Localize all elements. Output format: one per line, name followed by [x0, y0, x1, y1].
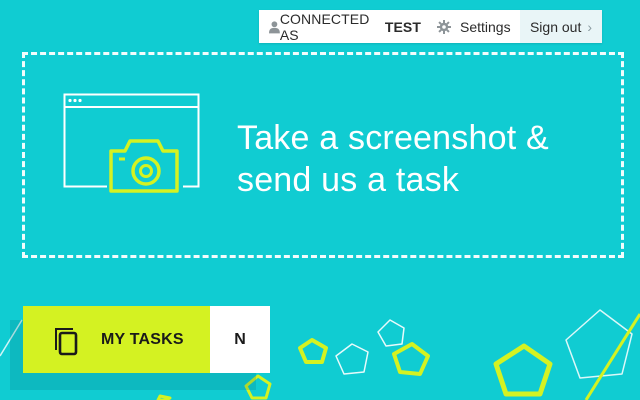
my-tasks-count: N: [210, 306, 270, 373]
my-tasks-button[interactable]: MY TASKS N: [23, 306, 270, 373]
copy-icon: [55, 327, 78, 355]
sign-out-label: Sign out: [529, 18, 582, 35]
capture-prompt-line-2: send us a task: [237, 161, 460, 199]
screenshot-capture-zone[interactable]: Take a screenshot & send us a task: [22, 52, 624, 258]
connected-status: CONNECTED AS TEST: [259, 10, 421, 43]
settings-button[interactable]: Settings: [421, 10, 520, 43]
gear-icon: [437, 19, 451, 34]
capture-prompt-line-1: Take a screenshot &: [237, 119, 549, 157]
my-tasks-label-area: MY TASKS: [23, 306, 210, 373]
sign-out-button[interactable]: Sign out ›: [520, 10, 602, 43]
my-tasks-label: MY TASKS: [101, 330, 184, 348]
connected-username: TEST: [384, 18, 421, 35]
camera-window-icon: [63, 93, 200, 193]
settings-label: Settings: [460, 18, 511, 35]
user-icon: [269, 20, 280, 33]
chevron-right-icon: ›: [587, 18, 593, 35]
connected-prefix: CONNECTED AS: [279, 10, 370, 43]
account-bar: CONNECTED AS TEST Settings Sign out ›: [259, 10, 602, 43]
capture-prompt: Take a screenshot & send us a task: [237, 117, 549, 201]
